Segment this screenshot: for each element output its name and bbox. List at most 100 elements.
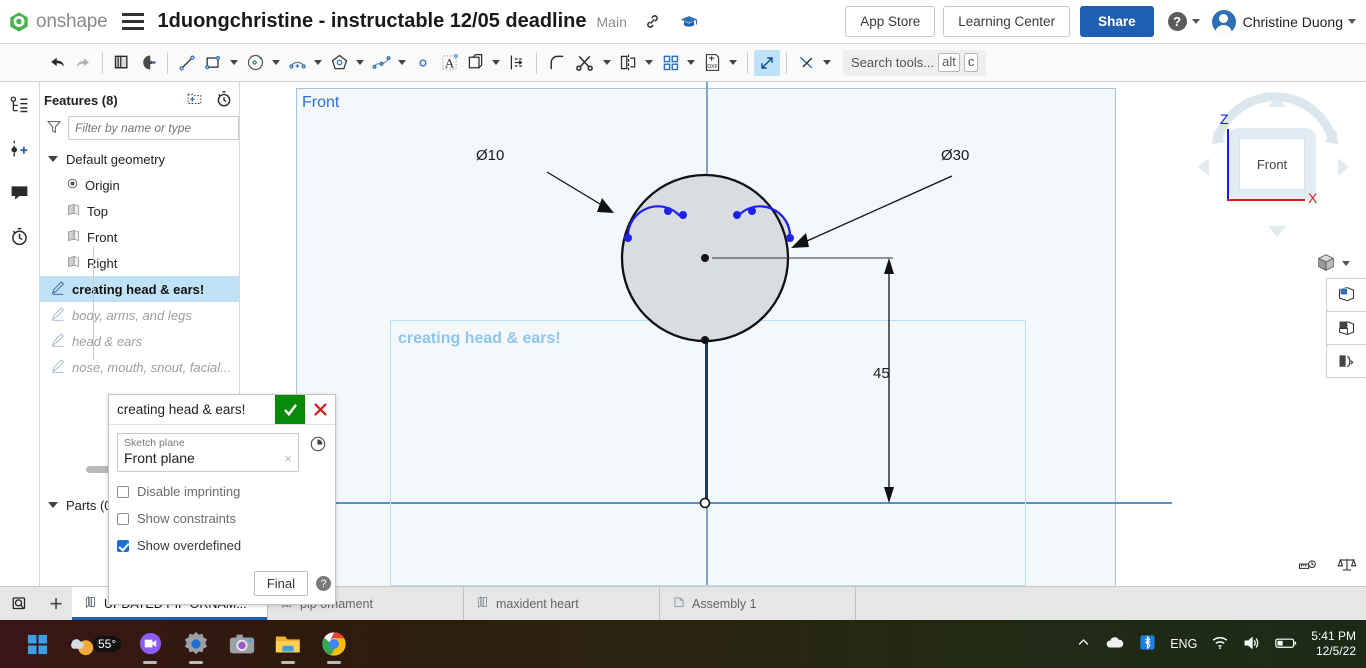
text-icon[interactable]: A xyxy=(436,50,462,76)
cancel-sketch-button[interactable] xyxy=(305,395,335,424)
clear-sketch-plane-icon[interactable]: × xyxy=(284,451,292,466)
tree-item-top[interactable]: Top xyxy=(40,198,239,224)
document-tab-maxident-heart[interactable]: maxident heart xyxy=(464,587,660,620)
checkbox-box[interactable] xyxy=(117,512,129,525)
view-rotate-left-icon[interactable] xyxy=(1198,158,1209,176)
link-icon[interactable] xyxy=(643,12,663,32)
branch-label[interactable]: Main xyxy=(597,14,627,30)
tree-item-creating-head-ears[interactable]: creating head & ears! xyxy=(40,276,239,302)
polygon-dropdown-icon[interactable] xyxy=(352,50,368,76)
language-indicator[interactable]: ENG xyxy=(1170,637,1197,651)
arc-dropdown-icon[interactable] xyxy=(310,50,326,76)
checkbox-disable-imprinting[interactable]: Disable imprinting xyxy=(117,478,327,505)
section-view-icon[interactable] xyxy=(1326,278,1366,312)
view-rotate-down-icon[interactable] xyxy=(1268,226,1286,237)
clock-icon[interactable] xyxy=(309,435,327,456)
file-explorer-icon[interactable] xyxy=(265,620,311,668)
final-button[interactable]: Final xyxy=(253,571,308,596)
rollback-timer-icon[interactable] xyxy=(215,90,233,111)
copy-icon[interactable] xyxy=(109,50,135,76)
view-cube-front-face[interactable]: Front xyxy=(1239,138,1305,190)
rectangle-icon[interactable] xyxy=(200,50,226,76)
sketch-plane-field[interactable]: Sketch plane Front plane × xyxy=(117,433,299,472)
checkbox-show-constraints[interactable]: Show constraints xyxy=(117,505,327,532)
graphics-viewport[interactable]: Front creating head & ears! Ø10 Ø30 45 F… xyxy=(240,82,1366,586)
undo-icon[interactable] xyxy=(44,50,70,76)
tree-item-nose-mouth-snout[interactable]: nose, mouth, snout, facial... xyxy=(40,354,239,380)
learning-center-button[interactable]: Learning Center xyxy=(943,6,1071,37)
graduation-cap-icon[interactable] xyxy=(679,12,699,32)
camera-icon[interactable] xyxy=(219,620,265,668)
help-icon[interactable]: ? xyxy=(316,576,331,591)
dxf-dropdown-icon[interactable] xyxy=(725,50,741,76)
history-icon[interactable] xyxy=(6,222,34,250)
rectangle-dropdown-icon[interactable] xyxy=(226,50,242,76)
tab-search-icon[interactable] xyxy=(0,587,40,620)
trim-dropdown-icon[interactable] xyxy=(599,50,615,76)
tree-item-origin[interactable]: Origin xyxy=(40,172,239,198)
clock-area[interactable]: 5:41 PM 12/5/22 xyxy=(1311,629,1356,659)
pattern-dropdown-icon[interactable] xyxy=(683,50,699,76)
tree-item-body-arms-legs[interactable]: body, arms, and legs xyxy=(40,302,239,328)
explode-view-icon[interactable] xyxy=(1326,344,1366,378)
start-windows-icon[interactable] xyxy=(14,620,60,668)
checkbox-box[interactable] xyxy=(117,485,129,498)
weather-icon[interactable]: 55° xyxy=(60,631,127,657)
help-menu[interactable]: ? xyxy=(1167,12,1200,31)
user-menu[interactable]: Christine Duong xyxy=(1211,9,1356,34)
construction-icon[interactable] xyxy=(793,50,819,76)
comments-icon[interactable] xyxy=(6,178,34,206)
feature-list-icon[interactable] xyxy=(6,90,34,118)
view-cube[interactable]: Front Z X xyxy=(1190,86,1360,272)
wifi-icon[interactable] xyxy=(1211,635,1229,653)
view-rotate-right-icon[interactable] xyxy=(1338,158,1349,176)
search-tools-input[interactable]: Search tools... alt c xyxy=(843,49,987,76)
app-store-button[interactable]: App Store xyxy=(845,6,936,37)
add-variable-icon[interactable] xyxy=(6,134,34,162)
battery-icon[interactable] xyxy=(1275,636,1297,653)
offset-icon[interactable] xyxy=(462,50,488,76)
filter-icon[interactable] xyxy=(46,119,62,138)
dimension-tool-icon[interactable] xyxy=(754,49,780,76)
fillet-icon[interactable] xyxy=(543,50,569,76)
measure-icon[interactable] xyxy=(1296,555,1318,578)
settings-gear-icon[interactable] xyxy=(173,620,219,668)
offset-dropdown-icon[interactable] xyxy=(488,50,504,76)
spline-dropdown-icon[interactable] xyxy=(394,50,410,76)
mirror-dropdown-icon[interactable] xyxy=(641,50,657,76)
onedrive-icon[interactable] xyxy=(1105,635,1125,653)
chevron-down-icon[interactable] xyxy=(46,156,60,162)
onshape-logo-icon[interactable] xyxy=(8,11,30,33)
spline-icon[interactable] xyxy=(368,50,394,76)
accept-sketch-button[interactable] xyxy=(275,395,305,424)
bluetooth-icon[interactable] xyxy=(1139,634,1156,654)
add-tab-icon[interactable]: + xyxy=(40,587,72,620)
point-icon[interactable] xyxy=(410,50,436,76)
tree-item-front[interactable]: Front xyxy=(40,224,239,250)
chevron-down-icon[interactable] xyxy=(46,502,60,508)
construction-dropdown-icon[interactable] xyxy=(819,50,835,76)
volume-icon[interactable] xyxy=(1243,635,1261,654)
circle-icon[interactable] xyxy=(242,50,268,76)
trim-icon[interactable] xyxy=(569,50,599,76)
polygon-icon[interactable] xyxy=(326,50,352,76)
arc-icon[interactable] xyxy=(284,50,310,76)
checkbox-show-overdefined[interactable]: Show overdefined xyxy=(117,532,327,559)
show-hidden-icons-icon[interactable] xyxy=(1076,635,1091,653)
filter-input[interactable] xyxy=(68,116,239,140)
view-cube-icon[interactable] xyxy=(1315,252,1350,274)
tree-group-default-geometry[interactable]: Default geometry xyxy=(40,146,239,172)
sketch-trim-icon[interactable] xyxy=(135,50,161,76)
redo-icon[interactable] xyxy=(70,50,96,76)
circle-dropdown-icon[interactable] xyxy=(268,50,284,76)
mirror-icon[interactable] xyxy=(615,50,641,76)
tree-item-right[interactable]: Right xyxy=(40,250,239,276)
pattern-icon[interactable] xyxy=(657,50,683,76)
checkbox-box[interactable] xyxy=(117,539,129,552)
share-button[interactable]: Share xyxy=(1080,6,1154,37)
display-style-icon[interactable] xyxy=(1326,311,1366,345)
main-menu-button[interactable] xyxy=(121,13,144,30)
tree-item-head-ears[interactable]: head & ears xyxy=(40,328,239,354)
line-icon[interactable] xyxy=(174,50,200,76)
chrome-icon[interactable] xyxy=(311,620,357,668)
